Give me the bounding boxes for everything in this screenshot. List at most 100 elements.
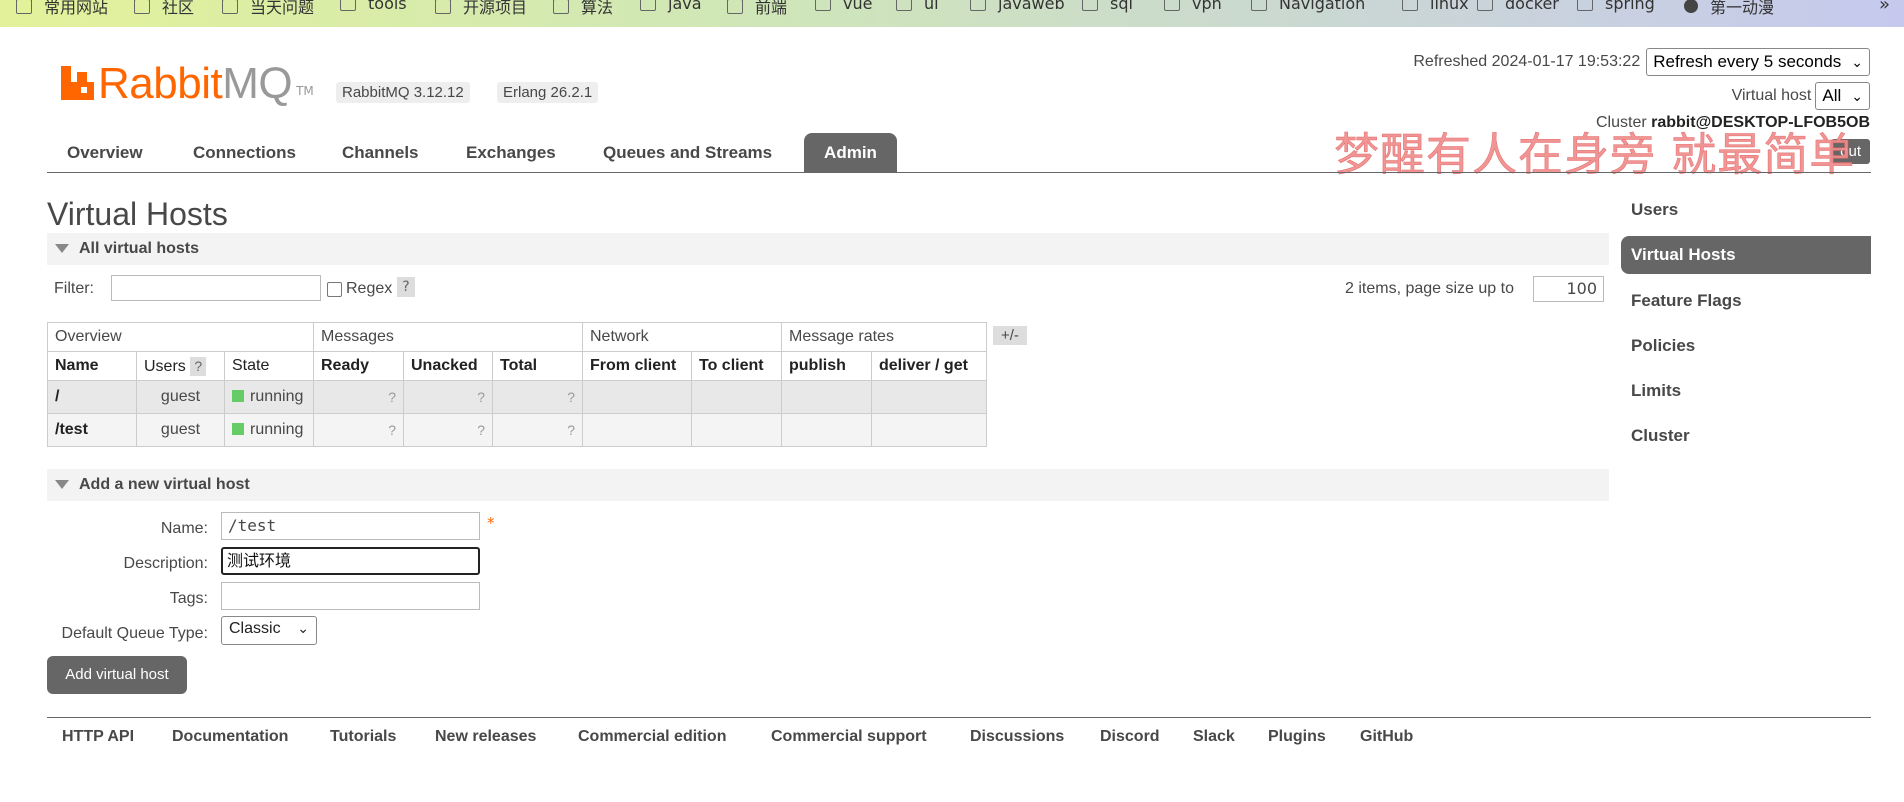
vhost-users: guest (136, 380, 225, 414)
vhost-unacked: ? (403, 413, 493, 447)
vhost-name-link[interactable]: / (47, 380, 137, 414)
folder-icon (815, 0, 831, 11)
bookmark-item[interactable]: 前端 (727, 0, 787, 18)
footer-link-new-releases[interactable]: New releases (435, 728, 536, 746)
status-running-icon (232, 423, 244, 435)
footer-link-commercial-support[interactable]: Commercial support (771, 728, 927, 746)
regex-help-button[interactable]: ? (397, 277, 415, 297)
column-header-deliver-get[interactable]: deliver / get (871, 351, 987, 381)
bookmark-item[interactable]: sql (1082, 0, 1133, 13)
rabbitmq-logo[interactable]: RabbitMQ TM (61, 56, 314, 106)
chevron-down-icon: ⌄ (1851, 87, 1863, 104)
column-header-from-client[interactable]: From client (582, 351, 692, 381)
folder-icon (1251, 0, 1267, 11)
vhost-name-input[interactable]: /test (221, 512, 480, 540)
folder-icon (340, 0, 356, 11)
tags-label: Tags: (169, 590, 208, 607)
bookmark-item[interactable]: ui (896, 0, 939, 13)
column-header-ready[interactable]: Ready (313, 351, 404, 381)
bookmark-item[interactable]: vue (815, 0, 872, 13)
footer-link-discord[interactable]: Discord (1100, 728, 1160, 746)
vhost-name-link[interactable]: /test (47, 413, 137, 447)
bookmark-item[interactable]: 算法 (553, 0, 613, 18)
tab-admin[interactable]: Admin (804, 133, 897, 172)
column-header-users[interactable]: Users ? (136, 351, 225, 381)
tab-connections[interactable]: Connections (193, 133, 296, 172)
default-queue-type-select[interactable]: Classic ⌄ (221, 616, 317, 645)
column-header-unacked[interactable]: Unacked (403, 351, 493, 381)
required-marker: * (487, 514, 495, 532)
group-header-messages: Messages (313, 322, 583, 352)
footer-link-discussions[interactable]: Discussions (970, 728, 1064, 746)
sidebar-item-policies[interactable]: Policies (1621, 327, 1871, 365)
vhost-to-client (691, 413, 782, 447)
columns-toggle-button[interactable]: +/- (993, 326, 1027, 345)
vhost-ready: ? (313, 413, 404, 447)
bookmark-item[interactable]: Navigation (1251, 0, 1365, 13)
tab-exchanges[interactable]: Exchanges (466, 133, 556, 172)
add-virtual-host-button[interactable]: Add virtual host (47, 656, 187, 694)
bookmark-item[interactable]: 开源项目 (435, 0, 527, 18)
description-label: Description: (123, 555, 208, 572)
bookmark-item[interactable]: vpn (1164, 0, 1222, 13)
vhost-total: ? (492, 380, 583, 414)
table-row[interactable]: /test guest running ? ? ? (47, 413, 987, 447)
column-header-name[interactable]: Name (47, 351, 137, 381)
virtual-hosts-table: Overview Messages Network Message rates … (47, 322, 987, 447)
regex-checkbox[interactable] (327, 282, 342, 297)
bookmark-item[interactable]: linux (1402, 0, 1469, 13)
sidebar-item-virtual-hosts[interactable]: Virtual Hosts (1621, 236, 1871, 274)
tab-overview[interactable]: Overview (67, 133, 143, 172)
footer-link-plugins[interactable]: Plugins (1268, 728, 1326, 746)
vhost-from-client (582, 380, 692, 414)
bookmarks-bar: 常用网站 社区 当天问题 tools 开源项目 算法 java 前端 vue u… (0, 0, 1904, 27)
table-row[interactable]: / guest running ? ? ? (47, 380, 987, 414)
sidebar-item-cluster[interactable]: Cluster (1621, 417, 1871, 455)
virtual-host-select[interactable]: All ⌄ (1815, 82, 1870, 110)
chevron-down-icon: ⌄ (297, 620, 309, 636)
users-help-button[interactable]: ? (190, 356, 207, 376)
tags-input[interactable] (221, 582, 480, 610)
bookmark-item[interactable]: docker (1477, 0, 1559, 13)
all-virtual-hosts-toggle[interactable]: All virtual hosts (47, 233, 1609, 265)
add-virtual-host-toggle[interactable]: Add a new virtual host (47, 469, 1609, 501)
chevron-down-icon: ⌄ (1851, 53, 1863, 70)
refreshed-label: Refreshed 2024-01-17 19:53:22 (1413, 53, 1641, 70)
globe-icon (1684, 0, 1698, 13)
bookmark-item[interactable]: 当天问题 (222, 0, 314, 18)
column-header-total[interactable]: Total (492, 351, 583, 381)
footer-link-commercial-edition[interactable]: Commercial edition (578, 728, 726, 746)
sidebar-item-users[interactable]: Users (1621, 191, 1871, 229)
sidebar-item-limits[interactable]: Limits (1621, 372, 1871, 410)
footer-link-slack[interactable]: Slack (1193, 728, 1235, 746)
bookmark-item[interactable]: 社区 (134, 0, 194, 18)
column-header-state[interactable]: State (224, 351, 314, 381)
bookmark-item[interactable]: java (640, 0, 702, 13)
filter-input[interactable] (111, 275, 321, 301)
footer-link-github[interactable]: GitHub (1360, 728, 1413, 746)
footer-link-tutorials[interactable]: Tutorials (330, 728, 396, 746)
page-size-input[interactable]: 100 (1533, 276, 1604, 302)
main-nav-tabs: Overview Connections Channels Exchanges … (47, 133, 1871, 173)
footer-link-http-api[interactable]: HTTP API (62, 728, 134, 746)
vhost-to-client (691, 380, 782, 414)
refresh-interval-select[interactable]: Refresh every 5 seconds ⌄ (1646, 48, 1870, 76)
collapse-triangle-icon (55, 480, 69, 490)
folder-icon (896, 0, 912, 11)
footer-link-documentation[interactable]: Documentation (172, 728, 288, 746)
bookmark-item[interactable]: tools (340, 0, 407, 13)
column-header-publish[interactable]: publish (781, 351, 872, 381)
folder-icon (1402, 0, 1418, 11)
more-bookmarks-chevron-icon[interactable]: » (1879, 0, 1890, 15)
bookmark-item[interactable]: 第一动漫 (1684, 0, 1774, 18)
column-header-to-client[interactable]: To client (691, 351, 782, 381)
tab-queues-and-streams[interactable]: Queues and Streams (603, 133, 772, 172)
footer-links: HTTP API Documentation Tutorials New rel… (47, 717, 1871, 758)
bookmark-item[interactable]: 常用网站 (16, 0, 108, 18)
bookmark-item[interactable]: spring (1577, 0, 1655, 13)
vhost-row: Virtual host All ⌄ (1732, 82, 1870, 110)
description-input[interactable]: 测试环境 (221, 547, 480, 575)
bookmark-item[interactable]: javaweb (970, 0, 1065, 13)
tab-channels[interactable]: Channels (342, 133, 419, 172)
sidebar-item-feature-flags[interactable]: Feature Flags (1621, 282, 1871, 320)
